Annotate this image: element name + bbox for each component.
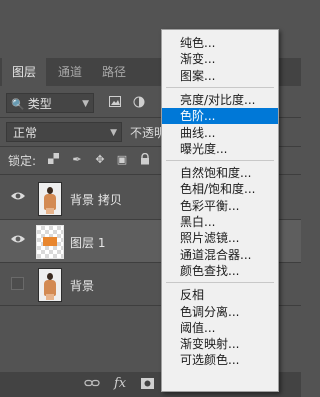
image-filter-icon[interactable] xyxy=(108,96,122,110)
lock-artboard-icon[interactable]: ▣ xyxy=(115,153,129,167)
layer-name[interactable]: 图层 1 xyxy=(70,234,105,251)
layer-thumbnail xyxy=(38,268,62,302)
menu-item[interactable]: 照片滤镜... xyxy=(162,230,278,246)
menu-item[interactable]: 纯色... xyxy=(162,35,278,51)
blend-mode-select[interactable]: 正常 ▼ xyxy=(6,122,122,142)
chevron-down-icon: ▼ xyxy=(110,128,117,138)
mask-icon[interactable] xyxy=(140,378,154,392)
layer-name[interactable]: 背景 xyxy=(70,277,94,294)
eye-icon[interactable] xyxy=(10,190,26,204)
lock-label: 锁定: xyxy=(8,154,37,168)
menu-separator xyxy=(166,86,274,88)
menu-item[interactable]: 亮度/对比度... xyxy=(162,92,278,108)
adjustment-filter-icon[interactable] xyxy=(132,96,146,110)
menu-separator xyxy=(166,160,274,162)
lock-transparent-pixels-icon[interactable] xyxy=(46,153,60,167)
menu-item[interactable]: 色彩平衡... xyxy=(162,198,278,214)
tab-layers[interactable]: 图层 xyxy=(2,58,46,86)
chevron-down-icon: ▼ xyxy=(82,99,89,109)
menu-item[interactable]: 色阶... xyxy=(162,108,278,125)
menu-item[interactable]: 通道混合器... xyxy=(162,247,278,263)
lock-image-pixels-icon[interactable]: ✒ xyxy=(70,153,84,167)
adjustment-layer-menu: 纯色... 渐变... 图案... 亮度/对比度... 色阶... 曲线... 曝光度...… xyxy=(161,29,279,392)
visibility-toggle[interactable] xyxy=(11,277,24,290)
menu-item[interactable]: 可选颜色... xyxy=(162,352,278,368)
menu-item[interactable]: 自然饱和度... xyxy=(162,165,278,181)
eye-icon[interactable] xyxy=(10,233,26,247)
fx-icon[interactable]: fx xyxy=(114,376,126,391)
filter-kind-label: 类型 xyxy=(27,97,52,111)
menu-item[interactable]: 阈值... xyxy=(162,320,278,336)
tab-paths[interactable]: 路径 xyxy=(94,58,134,86)
lock-position-icon[interactable]: ✥ xyxy=(93,153,107,167)
menu-item[interactable]: 色相/饱和度... xyxy=(162,181,278,197)
menu-item[interactable]: 反相 xyxy=(162,287,278,303)
filter-kind-select[interactable]: 🔍 类型 ▼ xyxy=(6,93,94,113)
menu-item[interactable]: 渐变映射... xyxy=(162,336,278,352)
layer-thumbnail xyxy=(38,182,62,216)
menu-item[interactable]: 黑白... xyxy=(162,214,278,230)
menu-item[interactable]: 色调分离... xyxy=(162,304,278,320)
menu-item[interactable]: 曲线... xyxy=(162,125,278,141)
lock-all-icon[interactable] xyxy=(138,152,152,167)
layer-thumbnail xyxy=(36,225,64,259)
link-icon[interactable] xyxy=(84,378,100,392)
layer-name[interactable]: 背景 拷贝 xyxy=(70,191,122,208)
menu-item[interactable]: 图案... xyxy=(162,68,278,84)
menu-separator xyxy=(166,282,274,284)
blend-mode-value: 正常 xyxy=(13,126,38,140)
menu-item[interactable]: 曝光度... xyxy=(162,141,278,157)
tab-channels[interactable]: 通道 xyxy=(50,58,90,86)
orange-fill-icon xyxy=(43,237,57,246)
menu-item[interactable]: 渐变... xyxy=(162,51,278,67)
search-icon: 🔍 xyxy=(11,98,25,111)
menu-item[interactable]: 颜色查找... xyxy=(162,263,278,279)
